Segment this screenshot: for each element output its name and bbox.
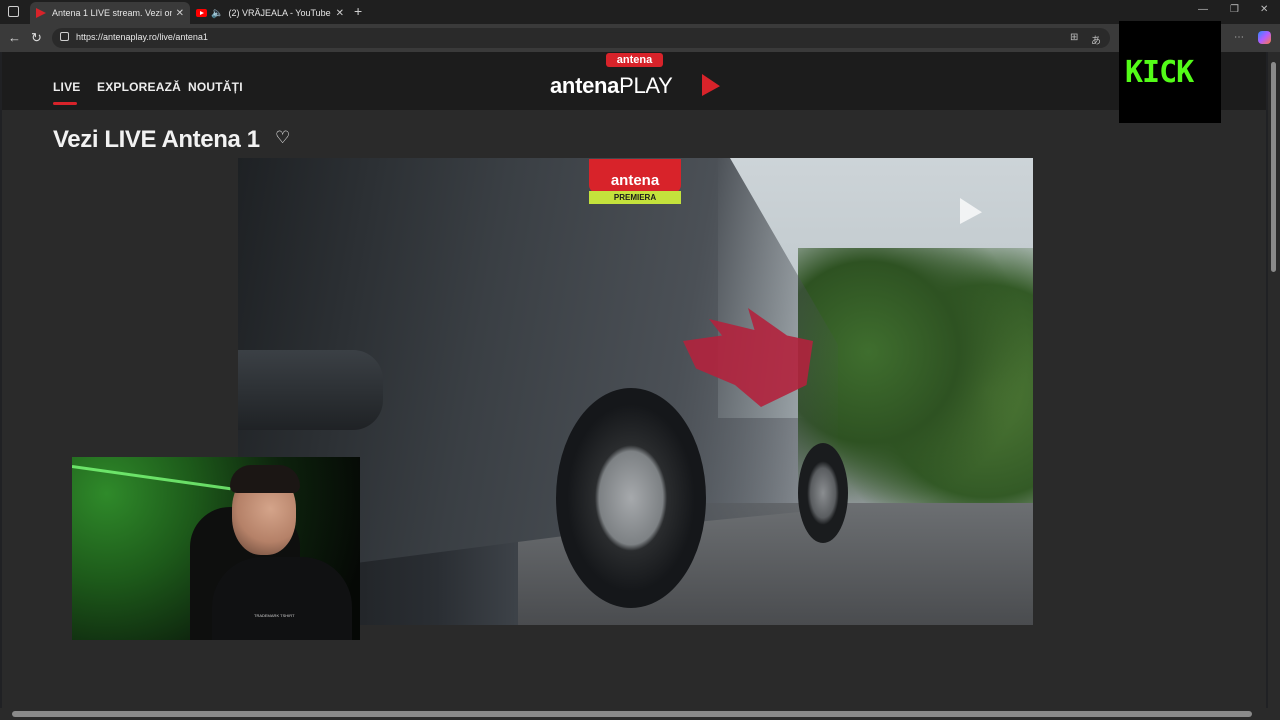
- address-bar: ← ↻ https://antenaplay.ro/live/antena1 ⊞…: [0, 24, 1280, 52]
- kick-logo-text: KICK: [1125, 55, 1194, 90]
- led-strip: [72, 465, 231, 491]
- antena-badge: antena: [606, 53, 663, 67]
- more-menu-icon[interactable]: ⋯: [1234, 32, 1244, 43]
- tab-actions-icon[interactable]: [8, 6, 19, 17]
- horizontal-scroll-thumb[interactable]: [12, 711, 1252, 717]
- antena-premiera-badge: antena PREMIERA: [589, 159, 681, 209]
- vertical-scroll-thumb[interactable]: [1271, 62, 1276, 272]
- logo-text-antena: antena: [550, 73, 620, 98]
- back-icon[interactable]: ←: [8, 30, 21, 45]
- horizontal-scrollbar[interactable]: [0, 708, 1280, 720]
- nav-noutati[interactable]: NOUTĂȚI: [188, 80, 243, 94]
- antenaplay-logo[interactable]: antenaPLAY: [550, 73, 673, 99]
- nav-live[interactable]: LIVE: [53, 80, 80, 105]
- antena-favicon-icon: [36, 8, 46, 18]
- url-input[interactable]: https://antenaplay.ro/live/antena1: [52, 28, 1110, 48]
- streamer-hair: [230, 465, 300, 493]
- kick-logo: KICK: [1119, 21, 1221, 123]
- video-wheel: [556, 388, 706, 608]
- shirt-text: TRADEMARK TSHIRT: [254, 613, 295, 618]
- video-rear-wheel: [798, 443, 848, 543]
- site-info-icon[interactable]: [60, 32, 69, 41]
- logo-text-play: PLAY: [619, 73, 673, 98]
- streamer-body: [212, 557, 352, 640]
- speaker-icon[interactable]: 🔈: [211, 8, 223, 19]
- badge-premiera-text: PREMIERA: [589, 191, 681, 204]
- new-tab-button[interactable]: +: [354, 3, 362, 19]
- url-text: https://antenaplay.ro/live/antena1: [76, 32, 208, 42]
- window-close-icon[interactable]: ✕: [1260, 4, 1268, 15]
- badge-antena-text: antena: [589, 159, 681, 193]
- close-icon[interactable]: ✕: [336, 8, 344, 19]
- refresh-icon[interactable]: ↻: [31, 30, 42, 46]
- nav-exploreaza[interactable]: EXPLOREAZĂ: [97, 80, 181, 94]
- tab-title: (2) VRĂJEALA - YouTube: [228, 8, 331, 18]
- minimize-icon[interactable]: —: [1198, 4, 1208, 15]
- tab-youtube[interactable]: 🔈 (2) VRĂJEALA - YouTube ✕: [190, 2, 350, 24]
- video-van-bumper: [238, 350, 383, 430]
- vertical-scrollbar[interactable]: [1268, 52, 1280, 708]
- restore-icon[interactable]: ❐: [1230, 4, 1239, 15]
- youtube-favicon-icon: [196, 9, 207, 17]
- antena-play-mark-icon: [702, 74, 720, 96]
- copilot-icon[interactable]: [1258, 31, 1271, 44]
- site-header: LIVE EXPLOREAZĂ NOUTĂȚI antena antenaPLA…: [2, 52, 1266, 110]
- page-title: Vezi LIVE Antena 1: [53, 126, 260, 153]
- read-aloud-icon[interactable]: あ: [1091, 32, 1101, 47]
- app-available-icon[interactable]: ⊞: [1070, 32, 1078, 43]
- webcam-overlay: TRADEMARK TSHIRT: [72, 457, 360, 640]
- favorite-heart-icon[interactable]: ♡: [275, 128, 290, 148]
- browser-tab-bar: Antena 1 LIVE stream. Vezi online ✕ 🔈 (2…: [0, 0, 1280, 24]
- tab-antena[interactable]: Antena 1 LIVE stream. Vezi online ✕: [30, 2, 190, 24]
- close-icon[interactable]: ✕: [176, 8, 184, 19]
- tab-title: Antena 1 LIVE stream. Vezi online: [52, 8, 172, 18]
